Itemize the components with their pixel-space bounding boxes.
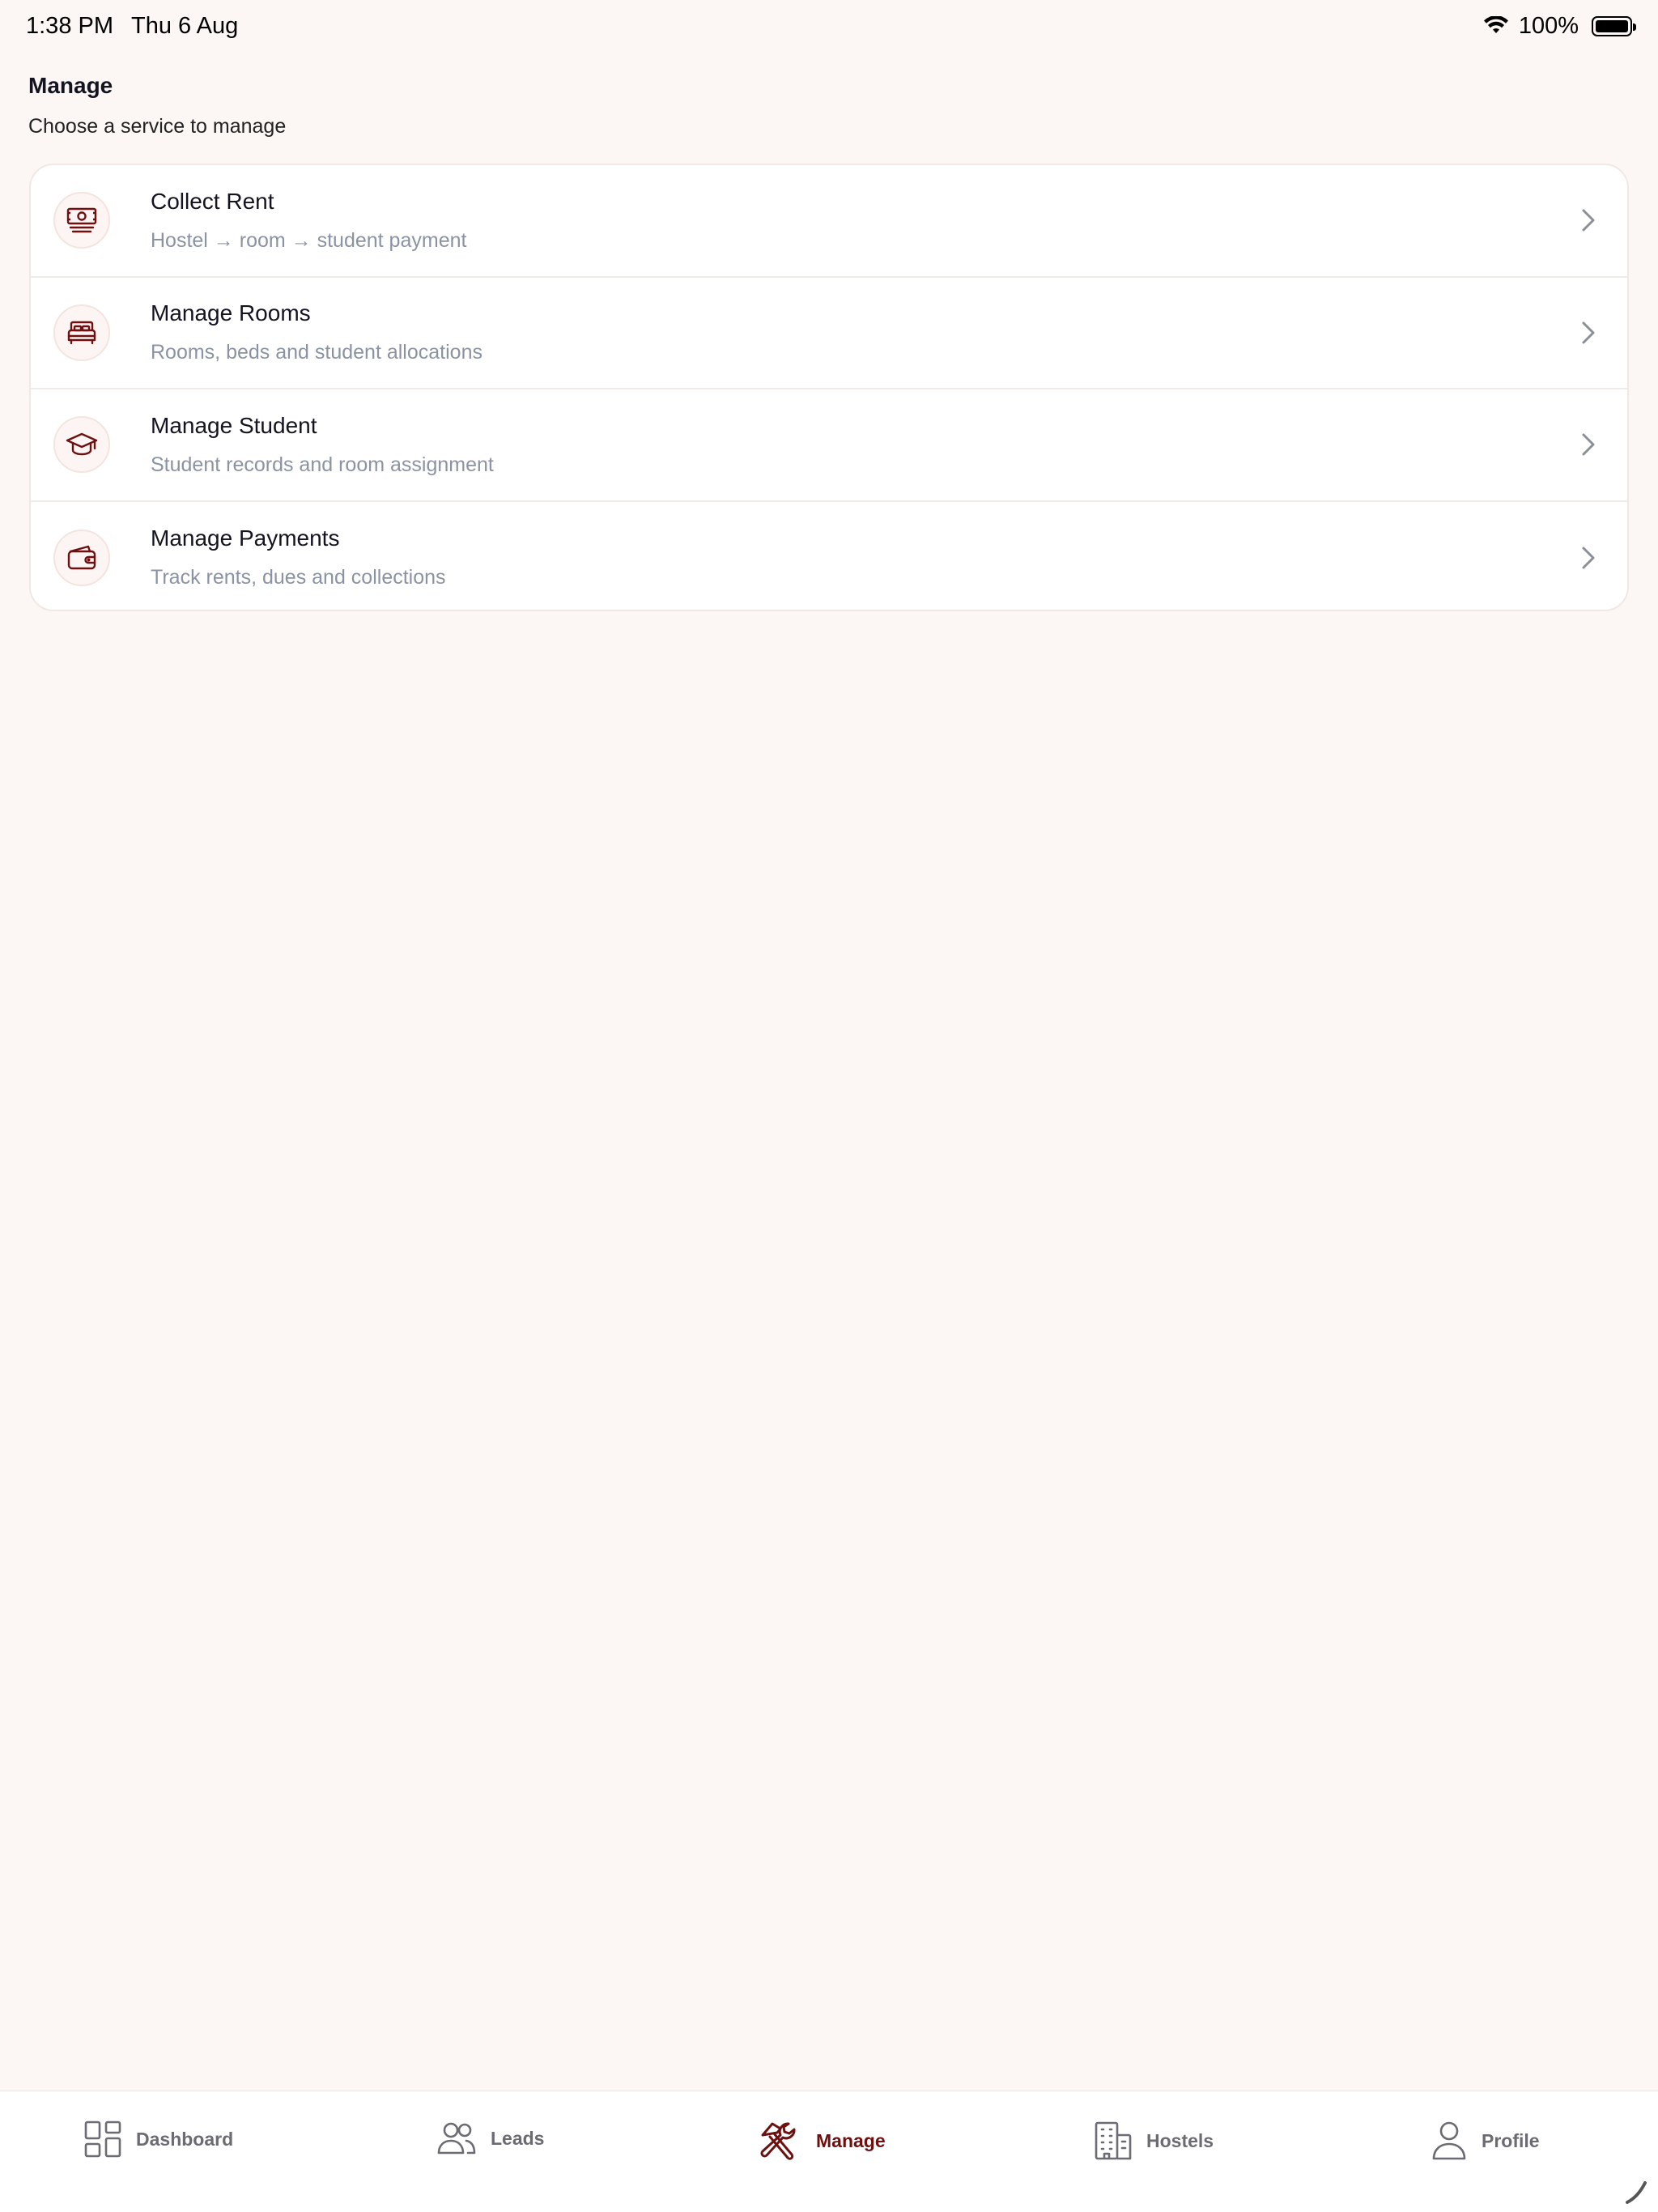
battery-percentage: 100% [1518,12,1579,39]
status-bar: 1:38 PM Thu 6 Aug 100% [0,0,1658,52]
banknote-icon [53,192,110,249]
page-subtitle: Choose a service to manage [28,115,287,138]
chevron-right-icon [1582,321,1595,344]
service-row-collect-rent[interactable]: Collect Rent Hostel → room → student pay… [31,165,1627,278]
tools-icon [760,2122,796,2160]
chevron-right-icon [1582,547,1595,569]
building-icon [1095,2121,1132,2160]
page-title: Manage [28,73,113,98]
service-row-manage-rooms[interactable]: Manage Rooms Rooms, beds and student all… [31,278,1627,389]
tab-hostels[interactable]: Hostels [1095,2121,1214,2161]
service-subtitle: Hostel → room → student payment [151,228,467,252]
tab-profile[interactable]: Profile [1431,2121,1540,2161]
service-title: Manage Payments [151,525,340,551]
bottom-tab-bar: Dashboard Leads Manage Hostels Profile [0,2091,1658,2212]
graduation-cap-icon [53,416,110,474]
battery-icon [1592,15,1636,36]
service-subtitle: Track rents, dues and collections [151,566,446,589]
tab-label: Dashboard [136,2128,234,2150]
services-list: Collect Rent Hostel → room → student pay… [29,164,1629,611]
service-title: Manage Rooms [151,300,311,326]
users-icon [437,2122,476,2155]
tab-label: Leads [491,2127,545,2149]
tab-dashboard[interactable]: Dashboard [84,2121,233,2158]
tab-label: Profile [1482,2129,1540,2151]
service-subtitle: Student records and room assignment [151,453,494,476]
tab-manage[interactable]: Manage [756,2121,886,2161]
chevron-right-icon [1582,433,1595,456]
service-title: Manage Student [151,412,317,438]
wifi-icon [1483,16,1508,33]
status-date: Thu 6 Aug [131,12,239,39]
dashboard-grid-icon [84,2121,121,2158]
service-subtitle: Rooms, beds and student allocations [151,341,483,364]
service-row-manage-student[interactable]: Manage Student Student records and room … [31,389,1627,502]
status-time: 1:38 PM [26,12,113,39]
resize-handle-icon [1626,2181,1647,2204]
page-header: Manage Choose a service to manage [28,73,286,138]
service-row-manage-payments[interactable]: Manage Payments Track rents, dues and co… [31,502,1627,610]
chevron-right-icon [1582,209,1595,232]
tab-leads[interactable]: Leads [437,2121,544,2156]
service-title: Collect Rent [151,188,274,214]
wallet-icon [53,529,110,586]
user-icon [1432,2121,1466,2160]
bed-icon [53,304,110,361]
tab-label: Hostels [1146,2129,1214,2151]
tab-label: Manage [816,2129,886,2151]
